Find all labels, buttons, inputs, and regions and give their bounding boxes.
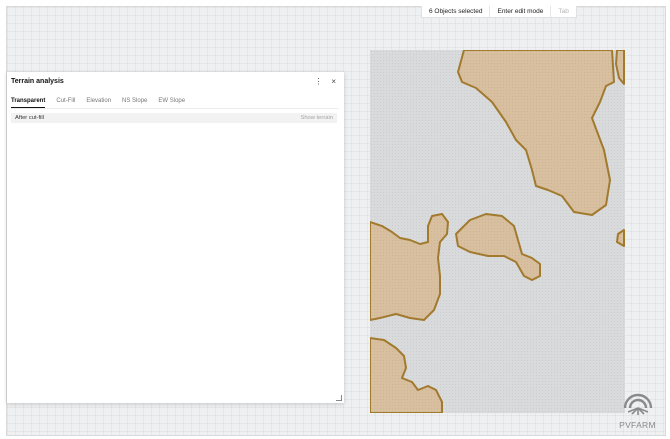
tab-ew-slope[interactable]: EW Slope (158, 97, 185, 107)
terrain-analysis-panel: Terrain analysis ⋮ × Transparent Cut-Fil… (7, 72, 344, 403)
tab-ns-slope[interactable]: NS Slope (122, 97, 147, 107)
tab-hint: Tab (558, 8, 569, 15)
terrain-area[interactable] (370, 50, 625, 413)
tab-transparent[interactable]: Transparent (11, 97, 46, 108)
pvfarm-logo: PVFARM (615, 388, 660, 430)
tab-bar: Transparent Cut-Fill Elevation NS Slope … (11, 97, 338, 109)
pvfarm-logo-icon (623, 393, 652, 415)
pvfarm-logo-text: PVFARM (619, 420, 656, 430)
show-terrain-button[interactable]: Show terrain (300, 115, 333, 121)
panel-title: Terrain analysis (11, 78, 64, 85)
close-icon[interactable]: × (331, 77, 336, 86)
tab-cut-fill[interactable]: Cut-Fill (56, 97, 75, 107)
panel-actions: ⋮ × (314, 77, 336, 86)
list-item[interactable]: After cut-fill Show terrain (11, 113, 337, 123)
resize-handle[interactable] (336, 395, 342, 401)
selection-toolbar: 6 Objects selected Enter edit mode Tab (421, 6, 577, 18)
enter-edit-mode-button[interactable]: Enter edit mode (490, 6, 552, 17)
selection-count: 6 Objects selected (422, 6, 491, 17)
row-label: After cut-fill (15, 115, 44, 121)
tab-elevation[interactable]: Elevation (86, 97, 111, 107)
more-vertical-icon[interactable]: ⋮ (314, 77, 322, 86)
